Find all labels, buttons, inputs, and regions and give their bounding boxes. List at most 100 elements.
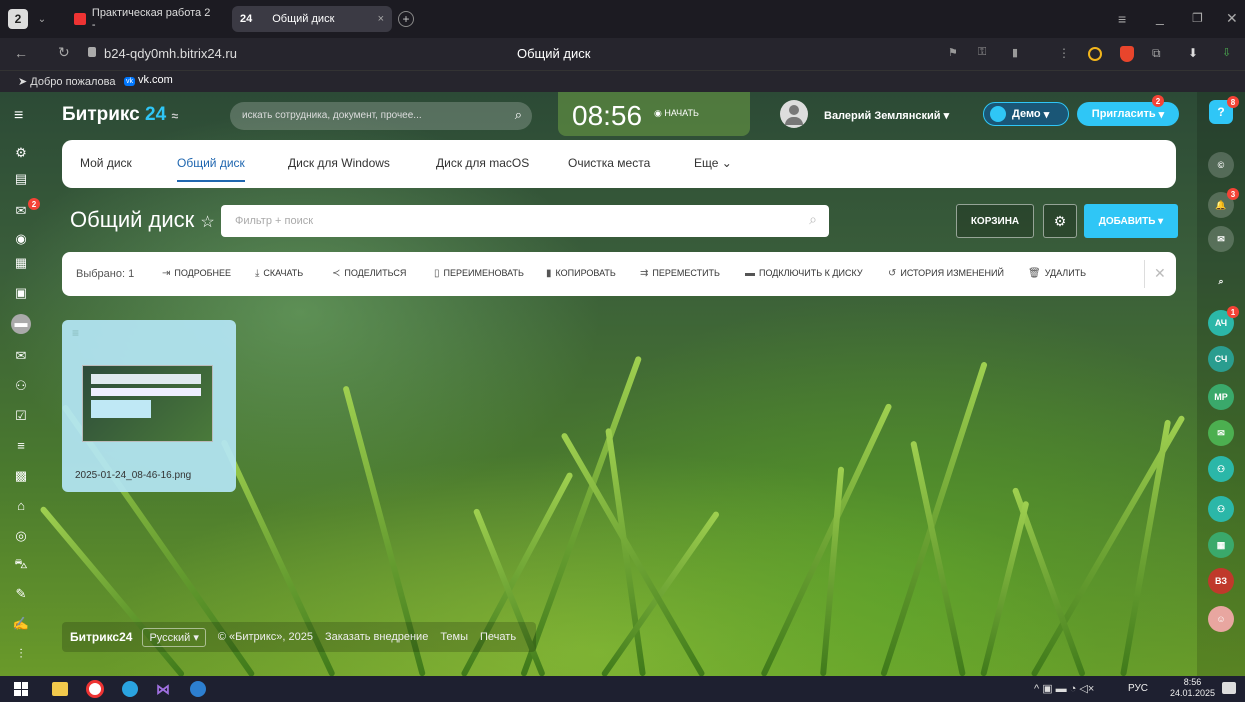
close-icon[interactable]: × (378, 13, 384, 25)
windows-start-icon[interactable] (14, 682, 28, 696)
file-tile[interactable]: ≡ 2025-01-24_08-46-16.png (62, 320, 236, 492)
action-share[interactable]: ≺ ПОДЕЛИТЬСЯ (332, 252, 406, 294)
start-button[interactable]: ◉ НАЧАТЬ (654, 108, 699, 119)
crm-icon[interactable]: ▩ (12, 467, 30, 485)
avatar-vz[interactable]: ВЗ (1208, 568, 1234, 594)
minimize-icon[interactable]: _ (1156, 9, 1164, 25)
group-icon[interactable]: ⚇ (12, 377, 30, 395)
user-name[interactable]: Валерий Землянский ▾ (824, 109, 949, 122)
tab-practical-work[interactable]: Практическая работа 2 - (66, 6, 224, 32)
header-search[interactable]: искать сотрудника, документ, прочее... ⌕ (230, 102, 532, 130)
language-select[interactable]: Русский ▾ (142, 627, 206, 647)
drag-handle-icon[interactable]: ≡ (72, 326, 79, 340)
filter-icon[interactable]: ≡ (12, 437, 30, 455)
avatar-photo[interactable]: ☺ (1208, 606, 1234, 632)
shield-icon[interactable] (1120, 46, 1134, 62)
file-name[interactable]: 2025-01-24_08-46-16.png (75, 470, 191, 481)
calendar-icon[interactable]: ▦ (12, 254, 30, 272)
cart-icon[interactable]: ⛍ (12, 555, 30, 573)
documents-icon[interactable]: ▣ (12, 284, 30, 302)
tab-disk-5[interactable]: Еще ⌄ (694, 156, 732, 170)
action-info[interactable]: ⇥ ПОДРОБНЕЕ (162, 252, 231, 294)
filter-search-input[interactable]: Фильтр + поиск ⌕ (221, 205, 829, 237)
action-copy[interactable]: ▮ КОПИРОВАТЬ (546, 252, 616, 294)
bookmark-icon[interactable]: ▮ (1012, 46, 1018, 59)
themes-link[interactable]: Темы (440, 631, 468, 643)
logo[interactable]: Битрикс 24 ≈ (62, 104, 178, 126)
mail-icon[interactable]: ✉ (12, 347, 30, 365)
system-clock[interactable]: 8:56 24.01.2025 (1170, 677, 1215, 699)
avatar[interactable] (780, 100, 808, 128)
action-trash[interactable]: 🗑 УДАЛИТЬ (1028, 252, 1086, 294)
feed-icon[interactable]: ▤ (12, 170, 30, 188)
avatar-mr[interactable]: МР (1208, 384, 1234, 410)
notifications-icon[interactable] (1222, 682, 1236, 694)
footer-logo[interactable]: Битрикс24 (70, 630, 132, 644)
visual-studio-icon[interactable]: ⋈ (156, 681, 172, 697)
search-icon[interactable]: ⌕ (1208, 268, 1234, 294)
action-connect-disk[interactable]: ▬ ПОДКЛЮЧИТЬ К ДИСКУ (745, 252, 863, 294)
language-indicator[interactable]: РУС (1128, 683, 1148, 694)
settings-gear-icon[interactable]: ⚙ (1043, 204, 1077, 238)
tab-disk-0[interactable]: Мой диск (80, 156, 132, 170)
disk-icon[interactable]: ▬ (11, 314, 31, 334)
print-link[interactable]: Печать (480, 631, 516, 643)
maximize-icon[interactable]: ❐ (1192, 11, 1203, 25)
chat-group-icon[interactable]: ✉ (1208, 420, 1234, 446)
sign-icon[interactable]: ✍ (12, 615, 30, 633)
store-icon[interactable]: ⌂ (12, 497, 30, 515)
yandex-icon[interactable] (1088, 47, 1102, 61)
tab-disk-1[interactable]: Общий диск (177, 156, 245, 182)
download-icon[interactable]: ⬇ (1188, 46, 1198, 60)
edit-icon[interactable]: ✎ (12, 585, 30, 603)
action-download[interactable]: ⤓ СКАЧАТЬ (255, 252, 303, 294)
window-close-icon[interactable]: ✕ (1226, 10, 1238, 27)
bookmark-welcome[interactable]: ➤ Добро пожалова (18, 75, 116, 88)
tab-disk-4[interactable]: Очистка места (568, 156, 650, 170)
star-icon[interactable]: ☆ (200, 214, 214, 231)
downloads-count-icon[interactable]: ⇩ (1222, 46, 1231, 59)
order-link[interactable]: Заказать внедрение (325, 631, 428, 643)
search-icon[interactable]: ⌕ (809, 211, 817, 228)
chevron-down-icon[interactable]: ⌄ (34, 10, 50, 28)
menu-icon[interactable]: ≡ (1118, 11, 1126, 27)
invite-button[interactable]: Пригласить ▾ (1077, 102, 1179, 126)
action-rename[interactable]: ▯ ПЕРЕИМЕНОВАТЬ (434, 252, 524, 294)
new-tab-icon[interactable]: + (398, 11, 414, 27)
tab-disk-3[interactable]: Диск для macOS (436, 156, 529, 170)
task-icon[interactable]: ◉ (12, 230, 30, 248)
analytics-icon[interactable]: ⫶ (12, 645, 30, 663)
tab-disk-2[interactable]: Диск для Windows (288, 156, 390, 170)
url-field[interactable]: b24-qdy0mh.bitrix24.ru (104, 46, 237, 61)
profile-badge[interactable]: 2 (8, 9, 28, 29)
extensions-icon[interactable]: ⧉ (1152, 46, 1161, 61)
explorer-icon[interactable] (52, 682, 68, 696)
trash-button[interactable]: КОРЗИНА (956, 204, 1034, 238)
bookmark-vk[interactable]: vk vk.com (124, 74, 173, 86)
search-icon[interactable]: ⌕ (515, 107, 522, 123)
action-history[interactable]: ↺ ИСТОРИЯ ИЗМЕНЕНИЙ (888, 252, 1004, 294)
telegram-icon[interactable] (122, 681, 138, 697)
messages-icon[interactable]: ✉ (1208, 226, 1234, 252)
calendar-group-icon[interactable]: ▦ (1208, 532, 1234, 558)
key-icon[interactable]: ⚿ (978, 46, 986, 59)
tab-shared-disk[interactable]: 24 Общий диск × (232, 6, 392, 32)
user-group-icon-2[interactable]: ⚇ (1208, 496, 1234, 522)
yandex-browser-icon[interactable] (86, 680, 104, 698)
add-button[interactable]: ДОБАВИТЬ ▾ (1084, 204, 1178, 238)
worktime-widget[interactable]: 08:56 ◉ НАЧАТЬ (558, 92, 750, 136)
avatar-sch[interactable]: СЧ (1208, 346, 1234, 372)
back-icon[interactable]: ← (14, 45, 28, 61)
extension-icon[interactable]: ⚑ (948, 46, 958, 59)
target-icon[interactable]: ◎ (12, 527, 30, 545)
bitrix-app-icon[interactable] (190, 681, 206, 697)
copilot-icon[interactable]: © (1208, 152, 1234, 178)
demo-button[interactable]: Демо ▾ (983, 102, 1069, 126)
user-group-icon[interactable]: ⚇ (1208, 456, 1234, 482)
settings-icon[interactable]: ⚙ (12, 144, 30, 162)
tray-icons[interactable]: ^ ▣ ▬ ◔ ◁× (1034, 682, 1094, 695)
more-icon[interactable]: ⋮ (1058, 46, 1070, 60)
checklist-icon[interactable]: ☑ (12, 407, 30, 425)
close-icon[interactable]: ✕ (1154, 265, 1166, 282)
reload-icon[interactable]: ↻ (58, 44, 70, 61)
